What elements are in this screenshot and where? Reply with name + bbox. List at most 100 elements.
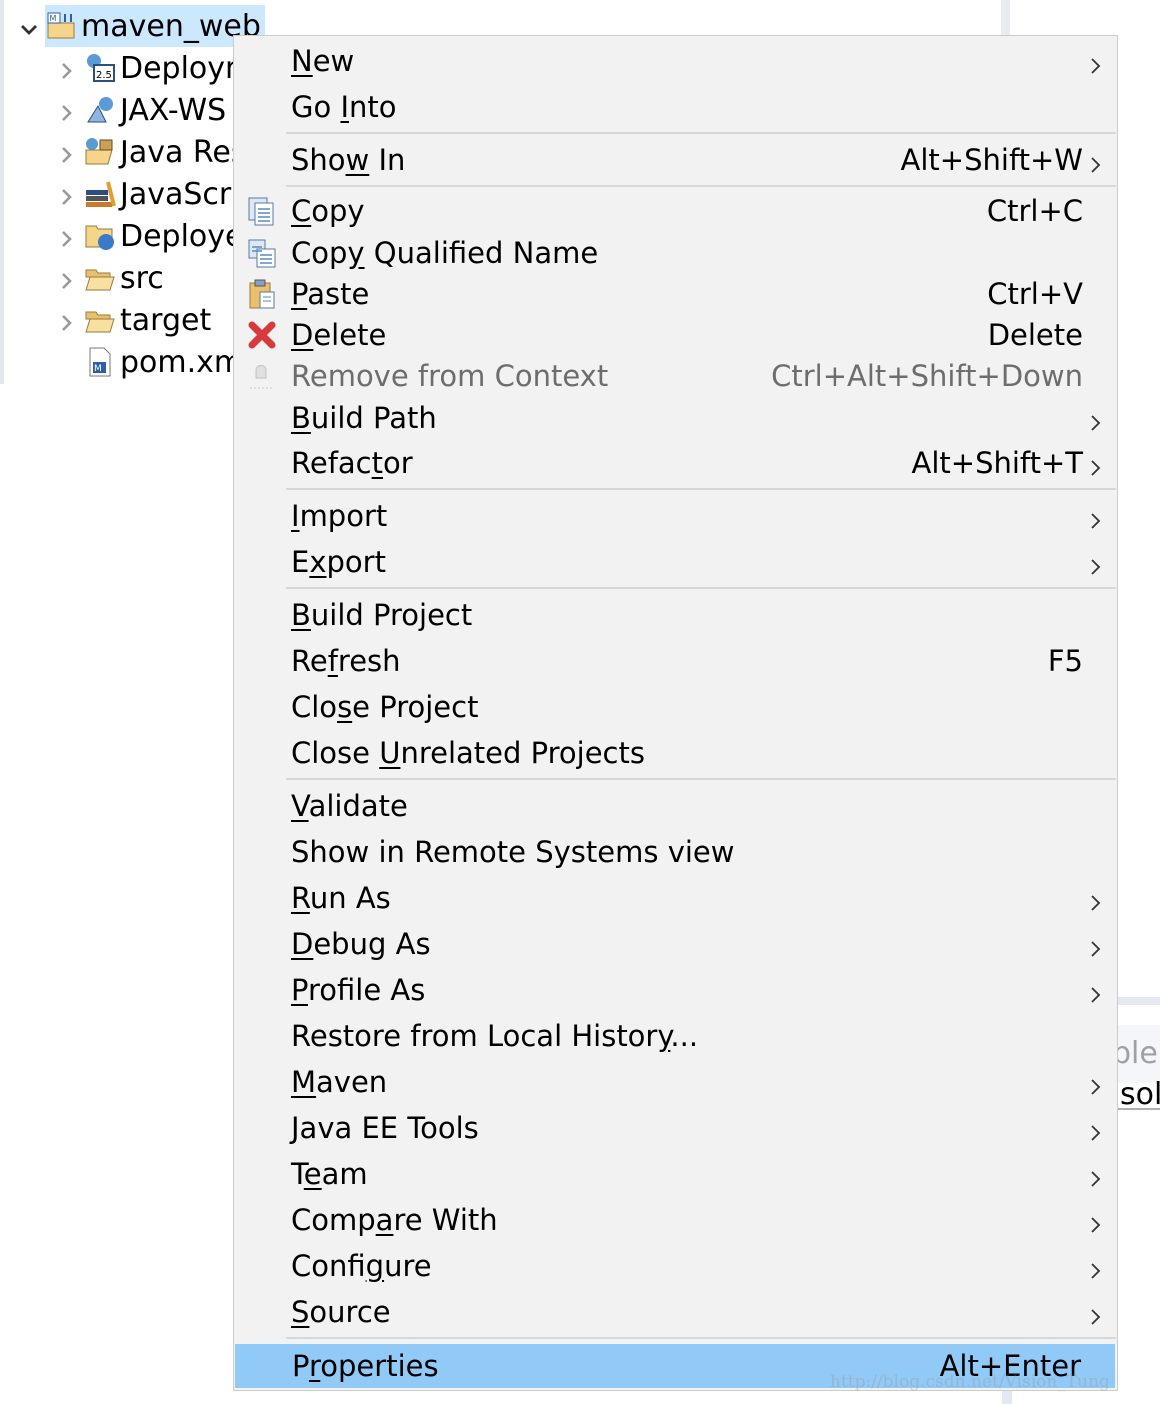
tree-item-label: pom.xm xyxy=(120,344,244,380)
menu-item-java-ee-tools[interactable]: Java EE Tools xyxy=(234,1105,1117,1151)
label-text: uild Path xyxy=(310,401,437,435)
mnemonic-key: B xyxy=(291,401,311,435)
menu-item-restore-from-local-history[interactable]: Restore from Local History... xyxy=(234,1013,1117,1059)
menu-item-show-in[interactable]: Show In Alt+Shift+W xyxy=(234,137,1117,183)
menu-item-copy[interactable]: Copy Ctrl+C xyxy=(234,190,1117,232)
submenu-arrow-icon xyxy=(1089,551,1103,575)
label-text: P xyxy=(292,1349,309,1383)
menu-item-new[interactable]: New xyxy=(234,38,1117,84)
panel-divider[interactable] xyxy=(1001,0,1010,35)
label-text: Remove from Context xyxy=(291,358,609,393)
chevron-right-icon[interactable] xyxy=(54,224,78,248)
tree-item[interactable]: Mmaven_web xyxy=(21,5,265,47)
chevron-right-icon[interactable] xyxy=(54,308,78,332)
menu-item-close-unrelated-projects[interactable]: Close Unrelated Projects xyxy=(234,730,1117,776)
menu-item-import[interactable]: Import xyxy=(234,493,1117,539)
menu-item-label: Build Project xyxy=(291,598,472,632)
menu-item-delete[interactable]: Delete Delete xyxy=(234,314,1117,355)
tree-item[interactable]: Mpom.xm xyxy=(84,341,243,383)
svg-text:2.5: 2.5 xyxy=(96,70,112,81)
menu-item-debug-as[interactable]: Debug As xyxy=(234,921,1117,967)
menu-item-configure[interactable]: Configure xyxy=(234,1243,1117,1289)
menu-item-maven[interactable]: Maven xyxy=(234,1059,1117,1105)
label-text: ure xyxy=(384,1249,432,1283)
menu-item-refresh[interactable]: Refresh F5 xyxy=(234,638,1117,684)
chevron-right-icon[interactable] xyxy=(54,182,78,206)
chevron-down-icon[interactable] xyxy=(17,14,41,38)
deployed-resources-icon xyxy=(84,220,116,252)
mnemonic-key: s xyxy=(337,690,353,724)
menu-item-label: Paste xyxy=(291,277,369,311)
partial-tab-label[interactable]: sol xyxy=(1120,1077,1160,1110)
menu-item-copy-qualified-name[interactable]: Copy Qualified Name xyxy=(234,232,1117,273)
chevron-right-icon[interactable] xyxy=(54,266,78,290)
menu-item-compare-with[interactable]: Compare With xyxy=(234,1197,1117,1243)
submenu-arrow-icon xyxy=(1089,452,1103,476)
panel-divider xyxy=(1002,1391,1012,1404)
label-text: T xyxy=(291,1157,304,1191)
tree-item[interactable]: Deploye xyxy=(62,215,244,257)
menu-item-label: Java EE Tools xyxy=(291,1111,479,1145)
tree-item[interactable]: JavaScri xyxy=(62,173,240,215)
menu-item-label: Show In xyxy=(291,143,405,177)
menu-item-label: Delete xyxy=(291,318,386,352)
tree-item-label: JAX-WS xyxy=(120,92,227,128)
label-text: Sho xyxy=(291,143,346,177)
submenu-arrow-icon xyxy=(1089,933,1103,957)
mnemonic-key: D xyxy=(291,927,314,961)
menu-item-shortcut: Ctrl+V xyxy=(987,276,1083,311)
chevron-right-icon[interactable] xyxy=(54,140,78,164)
menu-item-team[interactable]: Team xyxy=(234,1151,1117,1197)
mnemonic-key: w xyxy=(345,143,370,177)
menu-item-shortcut: Ctrl+Alt+Shift+Down xyxy=(771,358,1083,393)
label-text: E xyxy=(291,545,310,579)
paste-icon xyxy=(246,278,278,310)
mnemonic-key: R xyxy=(291,881,310,915)
menu-item-build-path[interactable]: Build Path xyxy=(234,396,1117,440)
label-text: e Project xyxy=(352,690,479,724)
tree-item[interactable]: src xyxy=(62,257,164,299)
menu-item-refactor[interactable]: Refactor Alt+Shift+T xyxy=(234,440,1117,486)
label-text: nrelated Projects xyxy=(400,736,645,770)
submenu-arrow-icon xyxy=(1089,149,1103,173)
menu-item-validate[interactable]: Validate xyxy=(234,783,1117,829)
java-resources-icon xyxy=(84,136,116,168)
mnemonic-key: y xyxy=(347,235,365,270)
tree-item[interactable]: 2.5 Deploym xyxy=(62,47,254,89)
menu-item-show-in-remote-systems-view[interactable]: Show in Remote Systems view xyxy=(234,829,1117,875)
menu-item-build-project[interactable]: Build Project xyxy=(234,592,1117,638)
tree-item[interactable]: target xyxy=(62,299,211,341)
menu-item-run-as[interactable]: Run As xyxy=(234,875,1117,921)
mnemonic-key: g xyxy=(365,1249,385,1283)
menu-item-profile-as[interactable]: Profile As xyxy=(234,967,1117,1013)
folder-icon xyxy=(84,304,116,336)
mnemonic-key: e xyxy=(303,1157,322,1191)
menu-item-shortcut: F5 xyxy=(1047,644,1083,678)
tree-item[interactable]: JAX-WS xyxy=(62,89,227,131)
menu-item-label: Copy Qualified Name xyxy=(291,236,598,270)
label-text: aven xyxy=(316,1065,388,1099)
submenu-arrow-icon xyxy=(1089,1117,1103,1141)
partial-tab-label[interactable]: bler xyxy=(1118,1025,1160,1083)
maven-pom-file-icon: M xyxy=(84,346,116,378)
mnemonic-key: I xyxy=(340,90,349,124)
menu-item-go-into[interactable]: Go Into xyxy=(234,84,1117,130)
svg-text:M: M xyxy=(94,364,102,374)
tree-item[interactable]: Java Res xyxy=(62,131,247,173)
tree-item-label: Deploye xyxy=(120,218,244,254)
chevron-right-icon[interactable] xyxy=(54,56,78,80)
menu-item-export[interactable]: Export xyxy=(234,539,1117,585)
label-text: Cop xyxy=(291,235,348,270)
mnemonic-key: a xyxy=(375,1203,394,1237)
folder-icon xyxy=(84,262,116,294)
menu-item-source[interactable]: Source xyxy=(234,1289,1117,1335)
menu-item-label: Team xyxy=(291,1157,368,1191)
menu-item-remove-from-context[interactable]: Remove from Context Ctrl+Alt+Shift+Down xyxy=(234,355,1117,396)
menu-item-paste[interactable]: Paste Ctrl+V xyxy=(234,273,1117,314)
menu-item-close-project[interactable]: Close Project xyxy=(234,684,1117,730)
label-text: elete xyxy=(313,317,387,352)
label-text: Java EE Tools xyxy=(291,1111,479,1145)
chevron-right-icon[interactable] xyxy=(54,98,78,122)
menu-item-label: Export xyxy=(291,545,386,579)
mnemonic-key: r xyxy=(308,1349,321,1383)
